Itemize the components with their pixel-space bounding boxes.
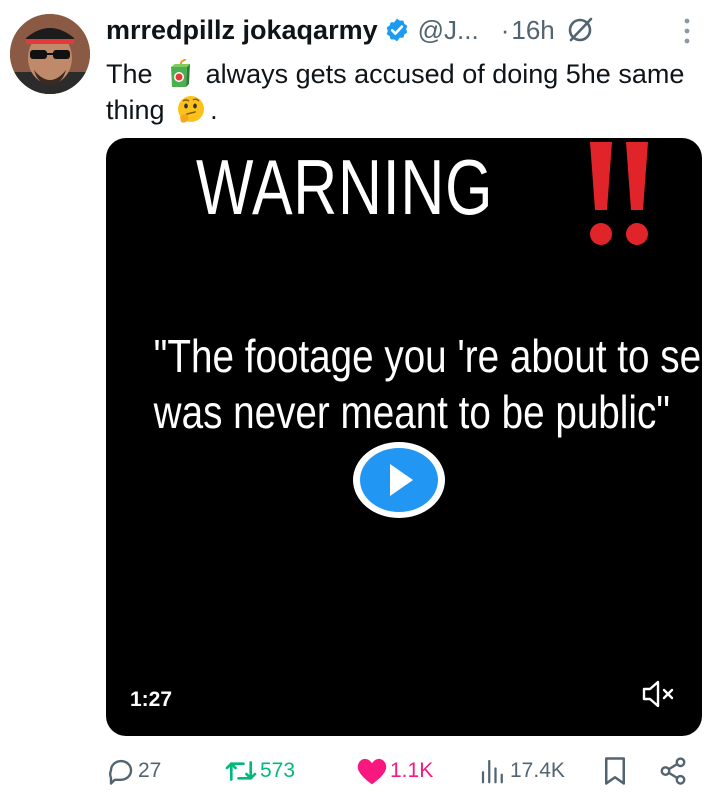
separator-dot: · xyxy=(500,14,510,45)
warning-title: WARNING xyxy=(196,143,494,231)
views-button[interactable]: 17.4K xyxy=(478,752,565,790)
quote-line-1: "The footage you 're about to see xyxy=(153,330,702,382)
verified-badge-icon xyxy=(386,18,407,42)
bookmark-icon xyxy=(605,757,625,785)
repost-button[interactable]: 573 xyxy=(224,752,295,790)
bookmark-button[interactable] xyxy=(602,752,630,790)
quote-line-2: was never meant to be public" xyxy=(153,386,671,438)
mute-icon[interactable] xyxy=(640,678,678,710)
tweet-text-part1: The xyxy=(106,59,153,89)
video-player[interactable]: WARNING "The footage you 're about to se… xyxy=(106,138,702,736)
play-icon[interactable] xyxy=(351,440,447,520)
like-button[interactable]: 1.1K xyxy=(356,752,433,790)
juice-box-emoji xyxy=(171,59,191,87)
views-icon xyxy=(481,759,503,784)
reply-count: 27 xyxy=(138,759,162,782)
video-duration: 1:27 xyxy=(130,688,173,711)
thinking-face-emoji xyxy=(178,96,205,123)
grok-icon[interactable] xyxy=(565,15,595,45)
retweet-icon xyxy=(225,761,257,781)
warning-quote: "The footage you 're about to see was ne… xyxy=(153,328,702,440)
avatar-image xyxy=(10,14,90,94)
avatar[interactable] xyxy=(10,14,90,94)
tweet-text: The always gets accused of doing 5he sam… xyxy=(106,56,686,128)
display-name[interactable]: mrredpillz jokaqarmy xyxy=(106,15,378,46)
more-icon[interactable] xyxy=(679,14,695,48)
like-count: 1.1K xyxy=(390,759,434,782)
action-bar: 27 573 1.1K 17.4K xyxy=(106,752,702,790)
tweet-text-end: . xyxy=(210,95,218,125)
double-exclamation-icon xyxy=(590,142,648,245)
share-button[interactable] xyxy=(658,752,690,790)
timestamp[interactable]: 16h xyxy=(511,15,554,46)
tweet-header: mrredpillz jokaqarmy @J... · 16h xyxy=(106,12,701,48)
handle[interactable]: @J... xyxy=(418,15,479,46)
repost-count: 573 xyxy=(260,759,296,782)
reply-icon xyxy=(109,759,133,785)
heart-icon xyxy=(357,758,387,785)
reply-button[interactable]: 27 xyxy=(106,752,161,790)
views-count: 17.4K xyxy=(510,759,565,782)
share-icon xyxy=(660,757,686,785)
